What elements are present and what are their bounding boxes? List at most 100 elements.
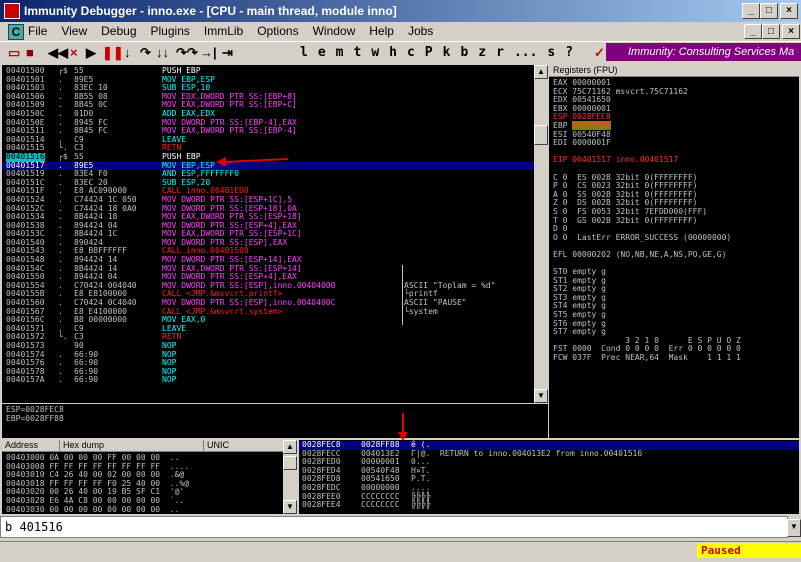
registers-list[interactable]: EAX 00000001 ECX 75C71162 msvcrt.75C71162… [549, 77, 799, 363]
scroll-down-icon[interactable]: ▼ [283, 500, 297, 514]
stack-value: CCCCCCCC [361, 500, 400, 510]
hexdump-row[interactable]: 00403030 00 00 00 00 00 00 00 00 .. [6, 505, 283, 514]
toolbar-window-e[interactable]: e [318, 45, 326, 60]
scroll-down-icon[interactable]: ▼ [534, 389, 548, 403]
stack-rows[interactable]: 0028FEC8 0028FF88 ê (. 0028FECC 004013E2 Γ|@.… [299, 440, 799, 510]
toolbar-window-b[interactable]: b [460, 45, 468, 60]
column-hex-dump[interactable]: Hex dump [60, 440, 204, 451]
window-shortcut-letters: l e m t w h c Pk b z r... s? [300, 45, 573, 60]
info-line: EBP=0028FF88 [6, 413, 64, 423]
menu-bar: C File View Debug Plugins ImmLib Options Windo… [0, 22, 801, 41]
register-line[interactable]: EFL 00000202 (NO,NB,NE,A,NS,PO,GE,G) [553, 250, 799, 260]
maximize-button[interactable]: □ [760, 3, 778, 19]
app-icon [4, 3, 20, 19]
register-value-highlight: 0028FF88 [572, 120, 611, 130]
disassembly-scrollbar[interactable]: ▲ ▼ [534, 65, 548, 403]
scroll-thumb[interactable] [283, 456, 297, 470]
hexdump-header: Address Hex dump UNIC [2, 440, 283, 452]
disassembly-pane[interactable]: 00401500 ┌$ 55 PUSH EBP 00401501. 89E5 MOV EBP… [2, 65, 534, 403]
minimize-button[interactable]: _ [742, 3, 760, 19]
register-line[interactable]: EDI 0000001F [553, 139, 799, 148]
menu-items: File View Debug Plugins ImmLib Options Window H… [28, 24, 433, 38]
toolbar-window-help[interactable]: ? [565, 45, 573, 60]
disasm-row[interactable]: 0040157A. 66:90 NOP [2, 376, 534, 385]
menu-jobs[interactable]: Jobs [408, 24, 433, 38]
register-line[interactable]: EIP 00401517 inno.00401517 [553, 156, 799, 165]
toolbar-window-z[interactable]: z [478, 45, 486, 60]
menu-window[interactable]: Window [313, 24, 356, 38]
red-arrow-icon [216, 157, 289, 166]
settings-icon[interactable]: ✓ [594, 45, 605, 61]
menu-plugins[interactable]: Plugins [151, 24, 190, 38]
go-to-icon[interactable]: ⇥ [222, 45, 233, 61]
toolbar-window-r[interactable]: r [496, 45, 504, 60]
close-button[interactable]: × [780, 3, 798, 19]
toolbar-window-c[interactable]: c [407, 45, 415, 60]
menu-help[interactable]: Help [369, 24, 394, 38]
hexdump-pane[interactable]: Address Hex dump UNIC 00403000 0A 00 00 … [2, 440, 283, 514]
register-line[interactable]: T 0 GS 002B 32bit 0(FFFFFFFF) [553, 216, 799, 226]
cpu-window-icon[interactable]: C [8, 24, 24, 40]
status-bar [0, 541, 801, 561]
pause-icon[interactable]: ❚❚ [102, 45, 124, 61]
stack-pane[interactable]: 0028FEC8 0028FF88 ê (. 0028FECC 004013E2 Γ|@.… [299, 440, 799, 514]
stack-comment: Γ|@. RETURN to inno.004013E2 from inno.0… [411, 448, 643, 458]
close-program-icon[interactable]: × [70, 45, 78, 60]
execute-till-return-icon[interactable]: →| [200, 45, 217, 60]
disassembly-listing[interactable]: 00401500 ┌$ 55 PUSH EBP 00401501. 89E5 MOV EBP… [2, 65, 534, 385]
info-pane: ESP=0028FEC8 EBP=0028FF88 [2, 404, 548, 438]
command-dropdown-icon[interactable]: ▼ [787, 519, 801, 537]
title-bar: Immunity Debugger - inno.exe - [CPU - ma… [0, 0, 801, 22]
scroll-up-icon[interactable]: ▲ [283, 440, 297, 454]
mdi-close-button[interactable]: × [782, 24, 800, 39]
scroll-up-icon[interactable]: ▲ [534, 65, 548, 79]
open-file-icon[interactable]: ■ [26, 45, 34, 60]
hexdump-rows[interactable]: 00403000 0A 00 00 00 FF 00 00 00 .. 00403… [2, 452, 283, 514]
disasm-comment: └system [404, 306, 438, 316]
restart-icon[interactable]: ◀◀ [48, 45, 68, 61]
disasm-mark: └. [58, 332, 68, 342]
disasm-instruction: NOP [162, 375, 177, 385]
register-line[interactable]: FCW 037F Prec NEAR,64 Mask 1 1 1 1 [553, 353, 799, 363]
step-over-icon[interactable]: ↷ [140, 45, 151, 61]
toolbar-window-P[interactable]: P [425, 45, 433, 60]
registers-pane[interactable]: Registers (FPU) EAX 00000001 ECX 75C71162… [549, 65, 799, 438]
menu-view[interactable]: View [61, 24, 87, 38]
stack-row[interactable]: 0028FEE4 CCCCCCCC ╠╠╠╠ [299, 501, 799, 510]
info-line: ESP=0028FEC8 [6, 405, 64, 414]
menu-options[interactable]: Options [257, 24, 298, 38]
disasm-address: 0040157A [6, 375, 45, 385]
toolbar-window-dots[interactable]: ... [514, 45, 537, 60]
animate-into-icon[interactable]: ↓↓ [156, 45, 169, 60]
register-line[interactable]: O 0 LastErr ERROR_SUCCESS (00000000) [553, 233, 799, 243]
scroll-thumb[interactable] [534, 125, 548, 145]
animate-over-icon[interactable]: ↷↷ [176, 45, 198, 61]
column-unicode[interactable]: UNIC [204, 440, 229, 451]
toolbar-window-w[interactable]: w [371, 45, 379, 60]
step-into-icon[interactable]: ↓ [124, 45, 131, 60]
disasm-hex: 66:90 [74, 375, 99, 385]
immunity-banner[interactable]: Immunity: Consulting Services Ma [606, 43, 801, 61]
toolbar-window-t[interactable]: t [353, 45, 361, 60]
status-paused: Paused [697, 543, 801, 558]
stack-comment: ╠╠╠╠ [411, 500, 431, 510]
red-arrow-icon [398, 413, 408, 441]
mdi-minimize-button[interactable]: _ [744, 24, 762, 39]
menu-immlib[interactable]: ImmLib [204, 24, 243, 38]
open-icon[interactable]: ▭ [8, 45, 20, 61]
menu-debug[interactable]: Debug [101, 24, 136, 38]
hexdump-scrollbar[interactable]: ▲ ▼ [283, 440, 297, 514]
register-name: EBP [553, 120, 573, 130]
run-icon[interactable]: ▶ [86, 45, 96, 61]
mdi-restore-button[interactable]: □ [762, 24, 780, 39]
toolbar-window-l[interactable]: l [300, 45, 308, 60]
menu-file[interactable]: File [28, 24, 47, 38]
toolbar-window-k[interactable]: k [443, 45, 451, 60]
toolbar-window-s[interactable]: s [547, 45, 555, 60]
toolbar-window-h[interactable]: h [389, 45, 397, 60]
disasm-mark: . [58, 375, 63, 385]
command-bar[interactable] [0, 516, 788, 538]
command-input[interactable] [5, 520, 705, 534]
column-address[interactable]: Address [2, 440, 60, 451]
toolbar-window-m[interactable]: m [336, 45, 344, 60]
